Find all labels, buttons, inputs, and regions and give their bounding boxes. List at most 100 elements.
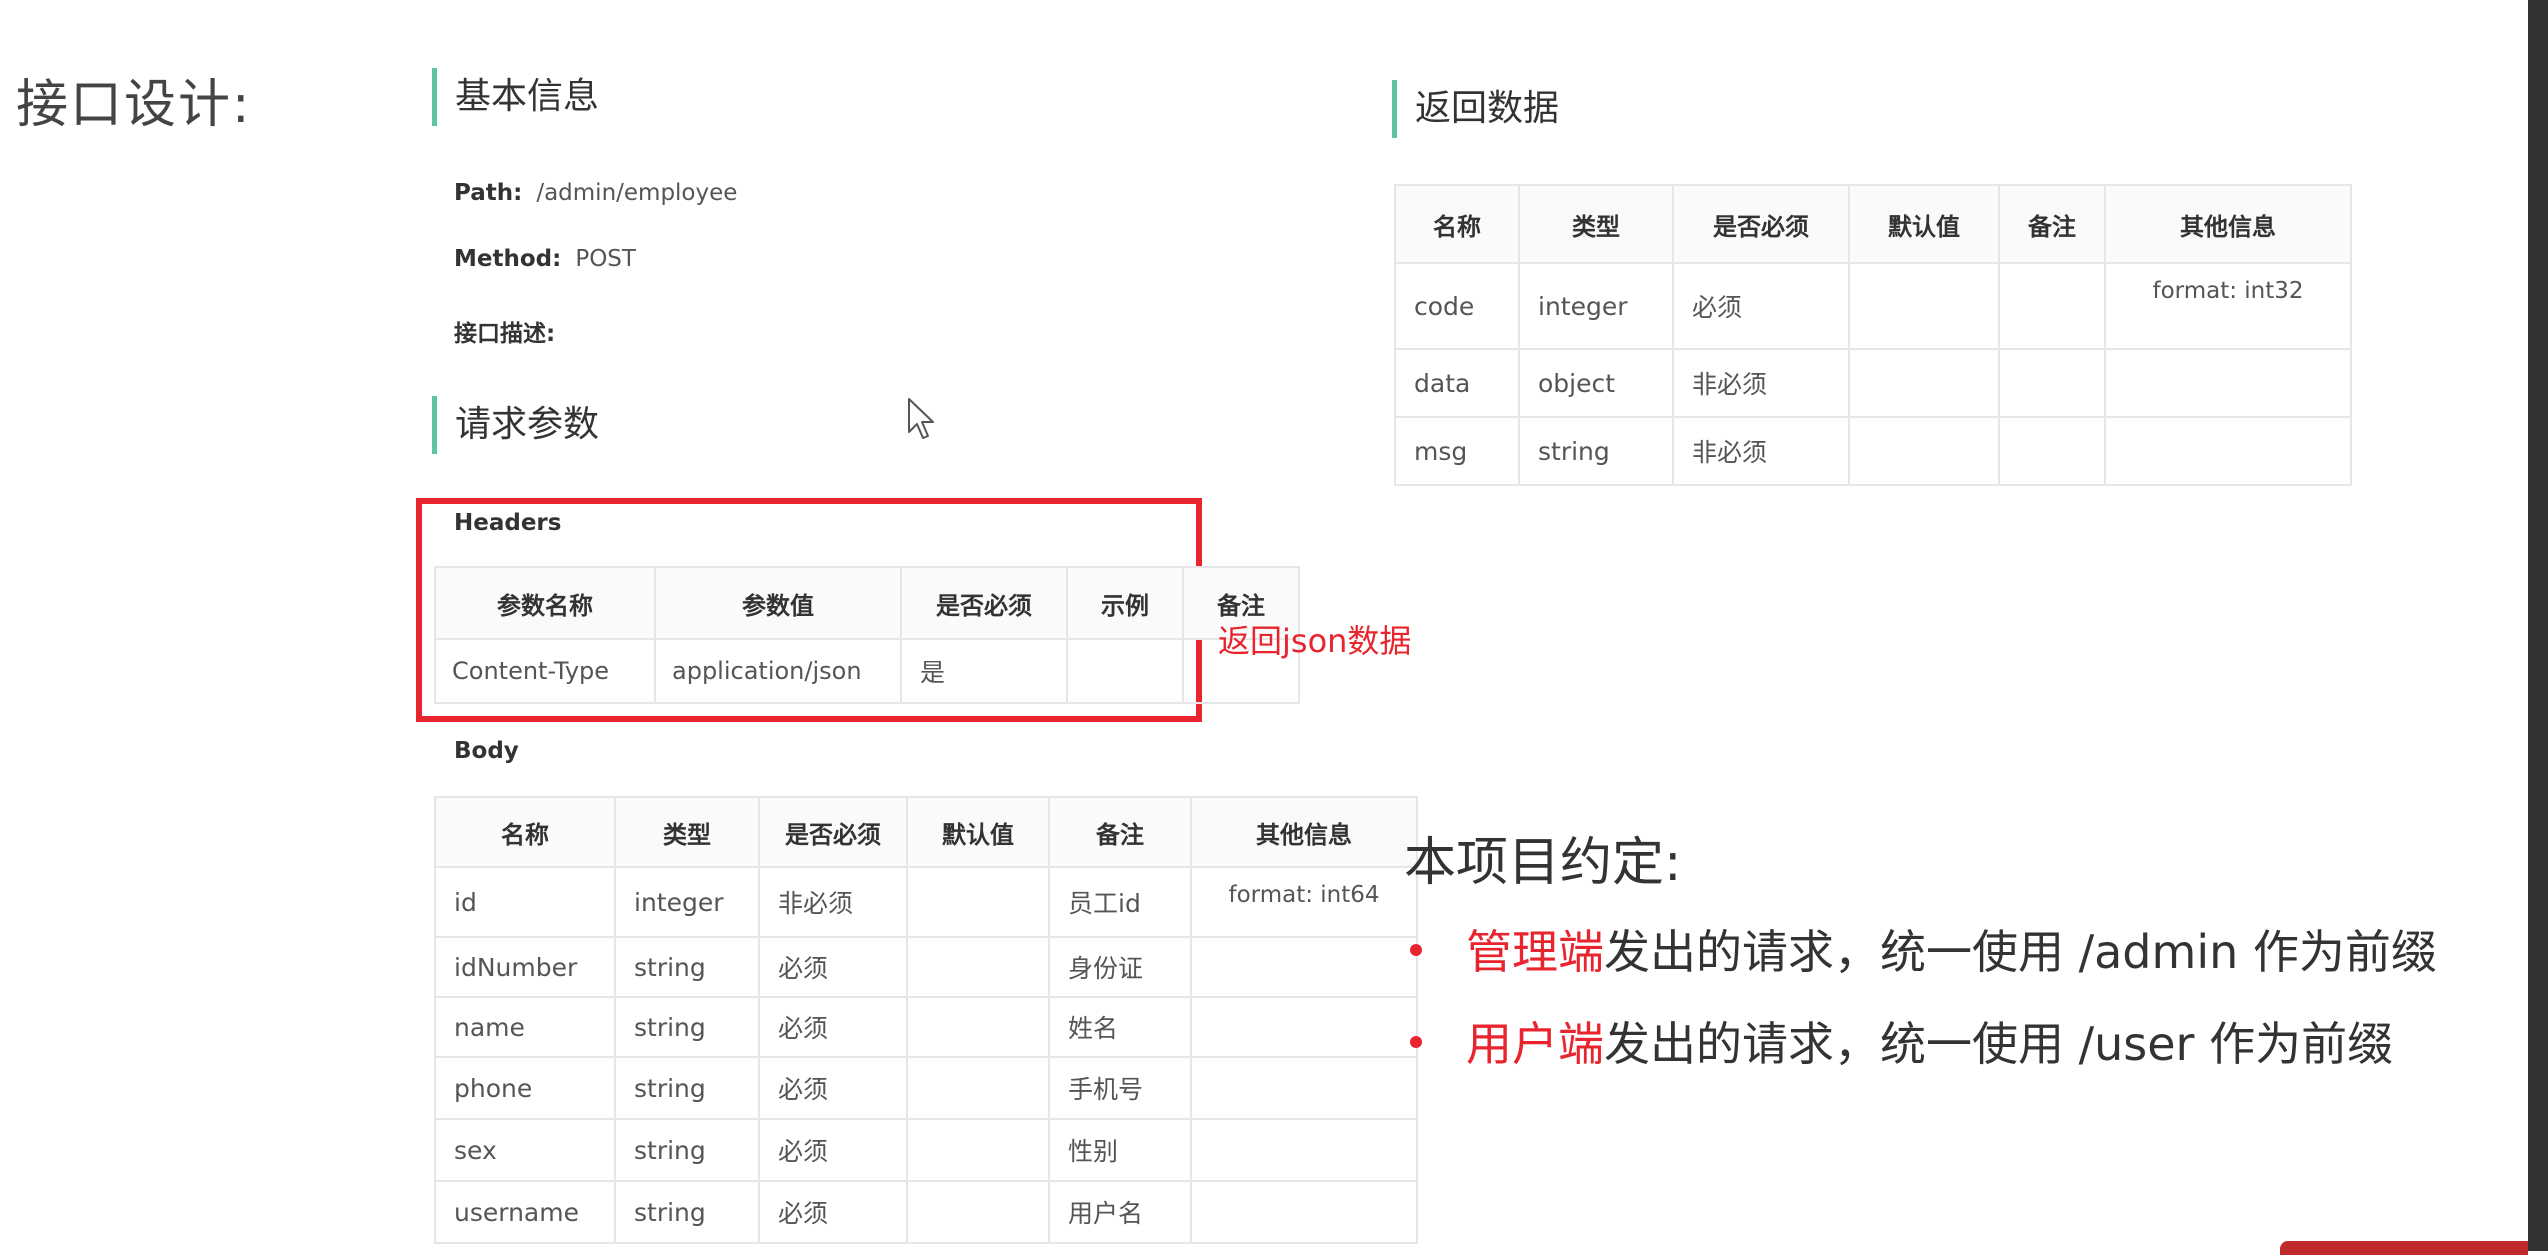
path-value: /admin/employee	[536, 180, 738, 206]
method-label: Method:	[454, 246, 562, 272]
table-cell: 手机号	[1048, 1056, 1192, 1120]
table-cell: application/json	[654, 638, 902, 704]
table-cell: Content-Type	[434, 638, 656, 704]
table-cell	[1190, 1056, 1418, 1120]
table-cell: 非必须	[1672, 348, 1850, 418]
table-cell: 性别	[1048, 1118, 1192, 1182]
return-col-name: 名称	[1394, 184, 1520, 264]
table-row: username string 必须 用户名	[434, 1180, 1418, 1244]
table-cell: 必须	[758, 936, 908, 998]
table-cell	[906, 1056, 1050, 1120]
table-cell: sex	[434, 1118, 616, 1182]
body-col-remark: 备注	[1048, 796, 1192, 868]
return-col-other: 其他信息	[2104, 184, 2352, 264]
return-table: 名称 类型 是否必须 默认值 备注 其他信息 code integer 必须 f…	[1394, 184, 2352, 486]
convention-title: 本项目约定:	[1404, 833, 1682, 893]
basic-info-heading: 基本信息	[432, 68, 599, 126]
table-cell	[906, 936, 1050, 998]
table-row: phone string 必须 手机号	[434, 1056, 1418, 1120]
right-edge-bar	[2528, 0, 2548, 1251]
headers-col-value: 参数值	[654, 566, 902, 640]
table-cell: string	[614, 1056, 760, 1120]
return-data-heading: 返回数据	[1392, 80, 1559, 138]
page-title: 接口设计:	[16, 75, 252, 135]
table-cell	[1190, 1180, 1418, 1244]
table-cell: data	[1394, 348, 1520, 418]
table-row: name string 必须 姓名	[434, 996, 1418, 1058]
table-cell: string	[1518, 416, 1674, 486]
headers-table: 参数名称 参数值 是否必须 示例 备注 Content-Type applica…	[434, 566, 1300, 704]
headers-label: Headers	[454, 510, 562, 536]
table-row: Content-Type application/json 是	[434, 638, 1300, 704]
body-col-other: 其他信息	[1190, 796, 1418, 868]
table-cell	[2104, 416, 2352, 486]
method-value: POST	[575, 246, 636, 272]
desc-label: 接口描述:	[454, 321, 556, 347]
table-cell: object	[1518, 348, 1674, 418]
table-cell	[906, 866, 1050, 938]
table-cell	[1190, 996, 1418, 1058]
table-cell: 员工id	[1048, 866, 1192, 938]
convention-highlight: 管理端	[1466, 925, 1604, 979]
desc-row: 接口描述:	[454, 314, 569, 348]
headers-col-name: 参数名称	[434, 566, 656, 640]
return-col-remark: 备注	[1998, 184, 2106, 264]
path-row: Path: /admin/employee	[454, 180, 737, 206]
table-cell	[2104, 348, 2352, 418]
table-cell	[906, 1180, 1050, 1244]
table-cell: format: int32	[2104, 262, 2352, 350]
table-cell: 必须	[758, 996, 908, 1058]
path-label: Path:	[454, 180, 523, 206]
convention-text: 发出的请求，统一使用 /admin 作为前缀	[1604, 925, 2437, 979]
corner-tab	[2280, 1241, 2528, 1255]
table-cell: 必须	[758, 1180, 908, 1244]
annotation-text: 返回json数据	[1218, 622, 1412, 660]
arrow-cursor-icon	[908, 398, 934, 439]
convention-highlight: 用户端	[1466, 1017, 1604, 1071]
return-col-default: 默认值	[1848, 184, 2000, 264]
headers-col-example: 示例	[1066, 566, 1184, 640]
table-cell: integer	[1518, 262, 1674, 350]
table-row: sex string 必须 性别	[434, 1118, 1418, 1182]
table-cell: username	[434, 1180, 616, 1244]
table-cell	[1998, 262, 2106, 350]
table-cell: 必须	[758, 1118, 908, 1182]
request-params-heading: 请求参数	[432, 396, 599, 454]
table-cell: idNumber	[434, 936, 616, 998]
return-col-type: 类型	[1518, 184, 1674, 264]
table-cell: string	[614, 1118, 760, 1182]
table-cell: 必须	[1672, 262, 1850, 350]
table-cell: 非必须	[1672, 416, 1850, 486]
table-cell: 用户名	[1048, 1180, 1192, 1244]
table-cell	[1848, 262, 2000, 350]
body-col-type: 类型	[614, 796, 760, 868]
body-col-default: 默认值	[906, 796, 1050, 868]
table-row: code integer 必须 format: int32	[1394, 262, 2352, 350]
table-cell: 必须	[758, 1056, 908, 1120]
table-cell: string	[614, 936, 760, 998]
table-cell	[1190, 936, 1418, 998]
table-cell	[1998, 416, 2106, 486]
return-col-required: 是否必须	[1672, 184, 1850, 264]
table-row: data object 非必须	[1394, 348, 2352, 418]
table-row: idNumber string 必须 身份证	[434, 936, 1418, 998]
body-label: Body	[454, 738, 519, 764]
body-col-required: 是否必须	[758, 796, 908, 868]
table-cell	[1190, 1118, 1418, 1182]
table-cell: code	[1394, 262, 1520, 350]
body-col-name: 名称	[434, 796, 616, 868]
table-cell: phone	[434, 1056, 616, 1120]
bullet-dot-icon	[1410, 943, 1422, 956]
table-row: msg string 非必须	[1394, 416, 2352, 486]
table-row: id integer 非必须 员工id format: int64	[434, 866, 1418, 938]
table-cell	[906, 996, 1050, 1058]
table-cell: string	[614, 996, 760, 1058]
body-table: 名称 类型 是否必须 默认值 备注 其他信息 id integer 非必须 员工…	[434, 796, 1418, 1244]
bullet-dot-icon	[1410, 1035, 1422, 1048]
method-row: Method: POST	[454, 246, 636, 272]
table-cell: 姓名	[1048, 996, 1192, 1058]
table-cell	[1848, 348, 2000, 418]
table-cell	[1066, 638, 1184, 704]
table-cell: format: int64	[1190, 866, 1418, 938]
headers-col-required: 是否必须	[900, 566, 1068, 640]
